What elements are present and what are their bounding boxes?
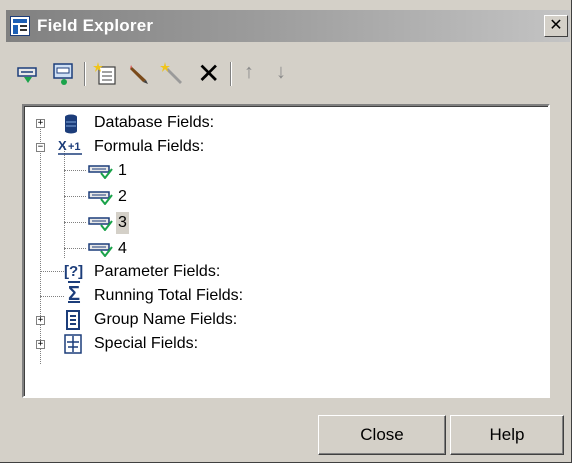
help-button[interactable]: Help [450, 415, 564, 455]
rename-field-icon [160, 62, 182, 84]
node-label: Special Fields: [94, 335, 199, 352]
tree-node-database-fields[interactable]: + Database Fields: [24, 112, 324, 134]
node-label: Parameter Fields: [94, 263, 221, 280]
special-fields-icon [64, 334, 82, 354]
expand-toggle[interactable]: + [36, 316, 45, 325]
close-button[interactable]: Close [318, 415, 446, 455]
insert-field-button[interactable] [14, 60, 42, 88]
insert-field-icon [17, 67, 37, 83]
node-label: 2 [118, 188, 127, 205]
toolbar: ✕ ↑ ↓ [14, 58, 344, 90]
browse-field-button[interactable] [50, 60, 78, 88]
toolbar-separator [84, 62, 86, 86]
browse-field-icon [53, 63, 73, 85]
node-label: Running Total Fields: [94, 287, 244, 304]
edit-field-icon [130, 65, 148, 84]
field-explorer-icon [10, 16, 30, 36]
field-explorer-window: Field Explorer ✕ ✕ ↑ ↓ + Database Fields… [0, 0, 572, 463]
node-label-selected: 3 [116, 212, 129, 234]
formula-icon: X +1 [58, 138, 82, 155]
move-up-button[interactable]: ↑ [238, 60, 266, 88]
tree-node-group-name-fields[interactable]: + Group Name Fields: [24, 309, 344, 331]
svg-text:X: X [58, 138, 67, 153]
collapse-toggle[interactable]: − [36, 143, 45, 152]
tree-node-special-fields[interactable]: + Special Fields: [24, 333, 324, 355]
close-window-button[interactable]: ✕ [544, 15, 568, 37]
tree-node-formula-1[interactable]: 1 [24, 160, 224, 182]
node-label: 4 [118, 240, 127, 257]
node-label: Formula Fields: [94, 138, 205, 155]
delete-icon: ✕ [197, 58, 221, 89]
move-down-button[interactable]: ↓ [270, 60, 298, 88]
title-bar[interactable]: Field Explorer ✕ [6, 10, 570, 42]
tree-node-formula-4[interactable]: 4 [24, 238, 224, 260]
group-icon [66, 310, 80, 330]
tree-node-formula-3[interactable]: 3 [24, 212, 224, 234]
expand-toggle[interactable]: + [36, 340, 45, 349]
window-title: Field Explorer [37, 16, 154, 35]
tree-node-running-total-fields[interactable]: Σ Running Total Fields: [24, 283, 344, 307]
tree-node-formula-2[interactable]: 2 [24, 186, 224, 208]
database-icon [65, 114, 77, 134]
new-field-button[interactable] [92, 60, 120, 88]
toolbar-separator [230, 62, 232, 86]
delete-button[interactable]: ✕ [194, 58, 222, 89]
parameter-icon: [?] [64, 263, 84, 280]
new-field-icon [93, 62, 116, 85]
node-label: Database Fields: [94, 114, 215, 131]
sigma-icon: Σ [68, 283, 81, 305]
move-up-icon: ↑ [244, 61, 254, 83]
formula-field-icon [88, 191, 113, 205]
formula-field-icon [88, 243, 113, 257]
tree-node-formula-fields[interactable]: − X +1 Formula Fields: [24, 136, 324, 158]
node-label: Group Name Fields: [94, 311, 238, 328]
expand-toggle[interactable]: + [36, 119, 45, 128]
move-down-icon: ↓ [276, 61, 286, 83]
field-tree[interactable]: + Database Fields: − X +1 Formula Fields… [22, 104, 550, 398]
svg-text:+1: +1 [68, 141, 81, 153]
close-icon: ✕ [549, 17, 563, 34]
edit-field-button[interactable] [126, 60, 154, 88]
rename-field-button[interactable] [160, 60, 188, 88]
tree-node-parameter-fields[interactable]: [?] Parameter Fields: [24, 261, 324, 283]
node-label: 1 [118, 162, 127, 179]
formula-field-icon [88, 217, 113, 231]
formula-field-icon [88, 165, 113, 179]
